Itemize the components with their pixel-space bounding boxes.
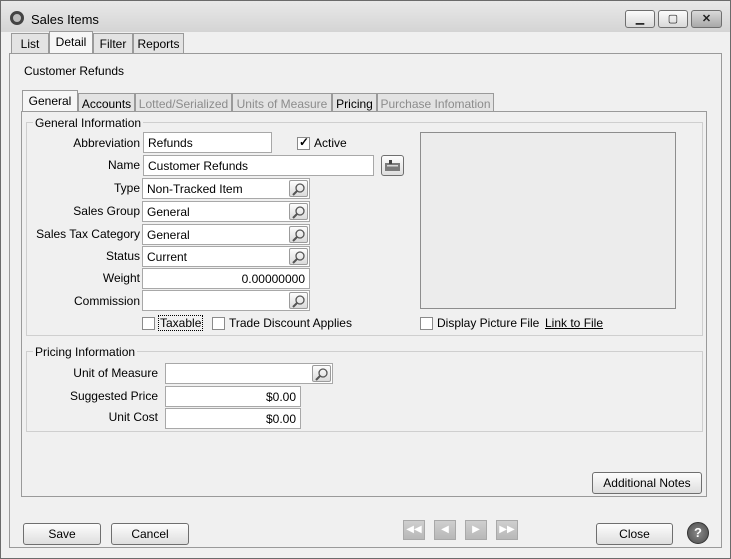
tab-reports[interactable]: Reports xyxy=(133,33,184,53)
status-label: Status xyxy=(105,249,140,263)
name-translate-button[interactable] xyxy=(381,155,404,176)
weight-field[interactable]: 0.00000000 xyxy=(142,268,310,289)
suggested-price-label: Suggested Price xyxy=(69,389,158,403)
commission-label: Commission xyxy=(73,294,140,308)
window-title: Sales Items xyxy=(31,12,99,27)
cancel-button[interactable]: Cancel xyxy=(111,523,189,545)
sales-group-label: Sales Group xyxy=(73,204,140,218)
unit-cost-field[interactable]: $0.00 xyxy=(165,408,301,429)
additional-notes-button[interactable]: Additional Notes xyxy=(592,472,702,494)
trade-discount-checkbox[interactable] xyxy=(212,317,225,330)
file-label: File xyxy=(520,316,540,330)
search-icon[interactable] xyxy=(289,203,308,220)
sales-tax-category-label: Sales Tax Category xyxy=(36,227,140,241)
pricing-information-label: Pricing Information xyxy=(33,345,138,359)
search-icon[interactable] xyxy=(289,292,308,309)
weight-label: Weight xyxy=(102,271,140,285)
display-picture-label: Display Picture xyxy=(437,316,518,330)
search-icon[interactable] xyxy=(312,365,331,382)
tab-list[interactable]: List xyxy=(11,33,49,53)
type-value: Non-Tracked Item xyxy=(147,182,243,196)
active-checkbox[interactable] xyxy=(297,135,310,150)
tab-general[interactable]: General xyxy=(22,90,78,113)
trade-discount-label: Trade Discount Applies xyxy=(229,316,352,330)
sales-group-value: General xyxy=(147,205,190,219)
tab-units-of-measure[interactable]: Units of Measure xyxy=(232,93,332,113)
display-picture-checkbox[interactable] xyxy=(420,317,433,330)
tab-filter[interactable]: Filter xyxy=(93,33,133,53)
record-title: Customer Refunds xyxy=(24,64,125,78)
taxable-checkbox[interactable] xyxy=(142,317,155,330)
last-record-icon[interactable]: ▶▶ xyxy=(496,520,518,540)
tab-accounts[interactable]: Accounts xyxy=(78,93,135,113)
abbreviation-label: Abbreviation xyxy=(73,136,140,150)
save-button[interactable]: Save xyxy=(23,523,101,545)
status-field[interactable]: Current xyxy=(142,246,310,267)
abbreviation-field[interactable]: Refunds xyxy=(143,132,272,153)
active-label: Active xyxy=(314,136,347,150)
tab-detail[interactable]: Detail xyxy=(49,31,93,54)
link-to-file[interactable]: Link to File xyxy=(545,316,603,330)
type-label: Type xyxy=(113,181,140,195)
search-icon[interactable] xyxy=(289,226,308,243)
tab-pricing[interactable]: Pricing xyxy=(332,93,377,113)
close-icon[interactable]: ✕ xyxy=(691,10,722,28)
app-icon xyxy=(10,11,24,25)
sales-group-field[interactable]: General xyxy=(142,201,310,222)
form-icon xyxy=(385,160,400,171)
general-information-label: General Information xyxy=(33,116,144,130)
unit-of-measure-label: Unit of Measure xyxy=(73,366,158,380)
item-picture-box xyxy=(420,132,676,309)
close-button[interactable]: Close xyxy=(596,523,673,545)
search-icon[interactable] xyxy=(289,180,308,197)
maximize-icon[interactable]: ▢ xyxy=(658,10,688,28)
first-record-icon[interactable]: ◀◀ xyxy=(403,520,425,540)
minimize-icon[interactable]: ▁ xyxy=(625,10,655,28)
suggested-price-field[interactable]: $0.00 xyxy=(165,386,301,407)
search-icon[interactable] xyxy=(289,248,308,265)
tab-purchase-information[interactable]: Purchase Infomation xyxy=(377,93,494,113)
status-value: Current xyxy=(147,250,188,264)
sales-items-window: Sales Items ▁ ▢ ✕ List Detail Filter Rep… xyxy=(0,0,731,559)
tab-lotted-serialized[interactable]: Lotted/Serialized xyxy=(135,93,232,113)
taxable-label: Taxable xyxy=(158,315,204,331)
unit-of-measure-field[interactable] xyxy=(165,363,333,384)
type-field[interactable]: Non-Tracked Item xyxy=(142,178,310,199)
previous-record-icon[interactable]: ◀ xyxy=(434,520,456,540)
name-field[interactable]: Customer Refunds xyxy=(143,155,374,176)
unit-cost-label: Unit Cost xyxy=(108,410,158,424)
next-record-icon[interactable]: ▶ xyxy=(465,520,487,540)
name-label: Name xyxy=(107,158,140,172)
sales-tax-category-value: General xyxy=(147,228,190,242)
commission-field[interactable] xyxy=(142,290,310,311)
sales-tax-category-field[interactable]: General xyxy=(142,224,310,245)
title-bar: Sales Items ▁ ▢ ✕ xyxy=(1,1,730,32)
help-icon[interactable]: ? xyxy=(687,522,709,544)
